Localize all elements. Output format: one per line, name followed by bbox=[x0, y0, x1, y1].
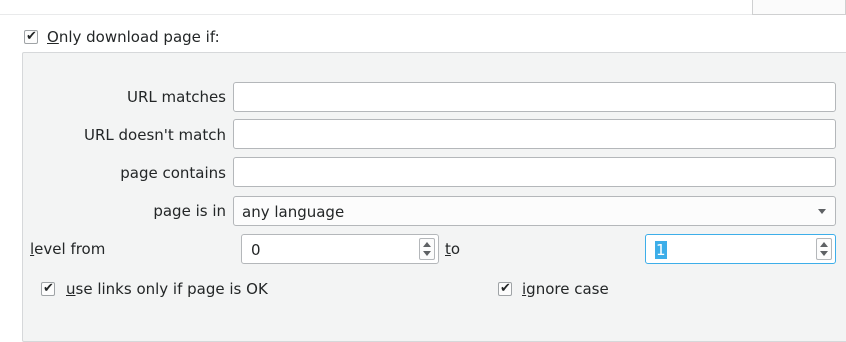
spin-up-icon[interactable] bbox=[423, 242, 431, 247]
page-is-in-label: page is in bbox=[153, 202, 226, 220]
level-from-spin-buttons[interactable] bbox=[419, 238, 435, 260]
chevron-down-icon bbox=[818, 209, 826, 214]
level-to-value: 1 bbox=[655, 241, 667, 259]
checkmark-icon: ✔ bbox=[26, 29, 37, 44]
ignore-case-checkbox[interactable]: ✔ bbox=[498, 281, 512, 296]
level-from-label: level from bbox=[30, 240, 106, 258]
checkmark-icon: ✔ bbox=[500, 281, 511, 296]
spin-up-icon[interactable] bbox=[820, 242, 828, 247]
only-download-label[interactable]: Only download page if: bbox=[47, 27, 220, 47]
top-divider bbox=[0, 14, 846, 15]
level-from-value: 0 bbox=[251, 241, 261, 259]
only-download-checkbox[interactable]: ✔ bbox=[24, 29, 38, 44]
use-links-label[interactable]: use links only if page is OK bbox=[66, 279, 268, 299]
language-dropdown-value: any language bbox=[242, 203, 345, 221]
use-links-checkbox[interactable]: ✔ bbox=[41, 281, 55, 296]
url-doesnt-match-input[interactable] bbox=[233, 119, 836, 149]
ignore-case-label[interactable]: ignore case bbox=[522, 279, 609, 299]
level-to-spinbox[interactable]: 1 bbox=[645, 234, 836, 264]
top-panel-edge bbox=[752, 0, 846, 15]
url-matches-label: URL matches bbox=[126, 88, 226, 106]
language-dropdown[interactable]: any language bbox=[233, 196, 836, 226]
level-to-spin-buttons[interactable] bbox=[816, 238, 832, 260]
level-to-label: to bbox=[445, 240, 461, 258]
page-contains-input[interactable] bbox=[233, 157, 836, 187]
url-matches-input[interactable] bbox=[233, 82, 836, 112]
page-contains-label: page contains bbox=[120, 164, 226, 182]
level-from-spinbox[interactable]: 0 bbox=[241, 234, 439, 264]
spin-down-icon[interactable] bbox=[423, 251, 431, 256]
url-doesnt-match-label: URL doesn't match bbox=[84, 126, 226, 144]
checkmark-icon: ✔ bbox=[43, 281, 54, 296]
spin-down-icon[interactable] bbox=[820, 251, 828, 256]
